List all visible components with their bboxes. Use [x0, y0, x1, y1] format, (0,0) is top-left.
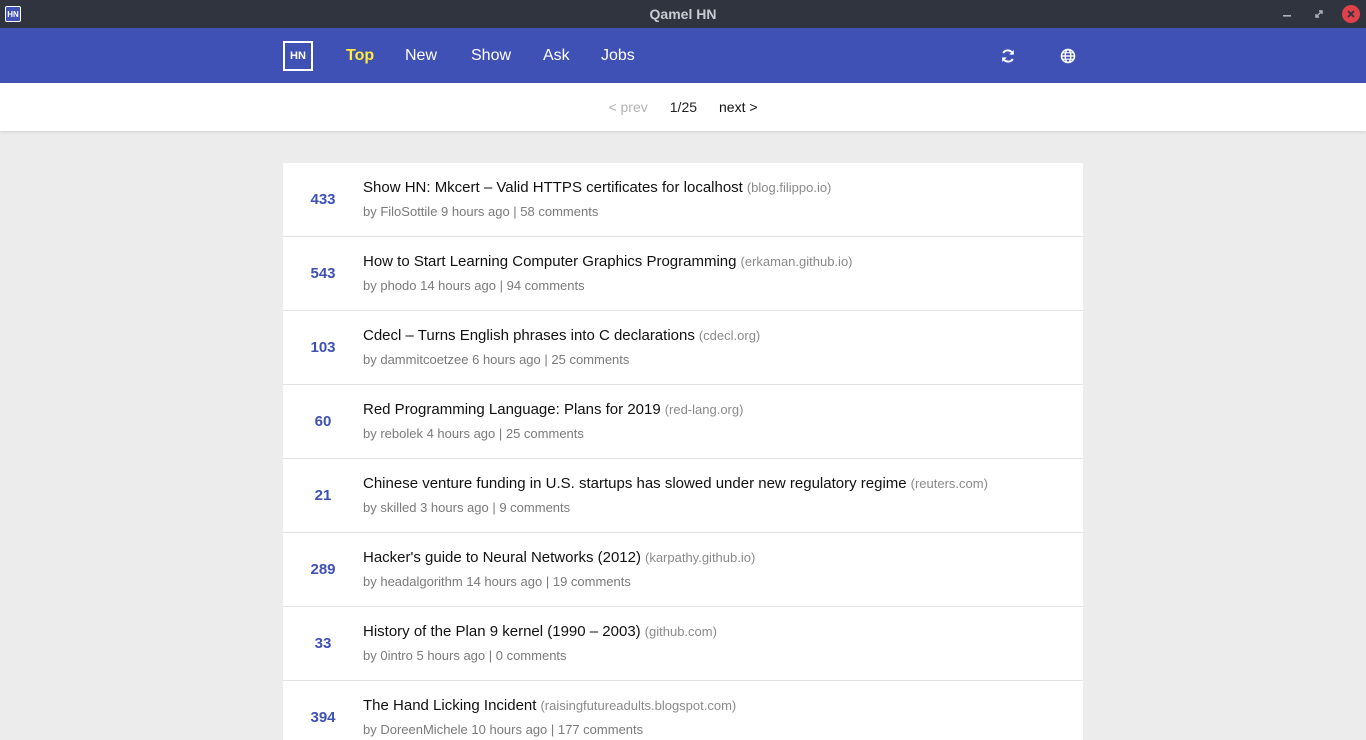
story-score: 60: [314, 413, 332, 430]
story-score: 103: [310, 339, 336, 356]
story-meta[interactable]: by rebolek 4 hours ago | 25 comments: [363, 426, 584, 441]
story-item: 543 How to Start Learning Computer Graph…: [283, 237, 1083, 311]
story-item: 394 The Hand Licking Incident (raisingfut…: [283, 681, 1083, 740]
story-meta[interactable]: by headalgorithm 14 hours ago | 19 comme…: [363, 574, 631, 589]
globe-icon[interactable]: [1058, 46, 1078, 66]
story-score: 543: [310, 265, 336, 282]
story-meta[interactable]: by 0intro 5 hours ago | 0 comments: [363, 648, 567, 663]
story-list: 433 Show HN: Mkcert – Valid HTTPS certif…: [283, 163, 1083, 740]
tab-new[interactable]: New: [405, 28, 437, 83]
story-item: 33 History of the Plan 9 kernel (1990 – …: [283, 607, 1083, 681]
story-domain: (erkaman.github.io): [740, 254, 853, 269]
pagination-bar: < prev 1/25 next >: [0, 83, 1366, 131]
tab-top[interactable]: Top: [346, 28, 374, 83]
story-title-link[interactable]: The Hand Licking Incident: [363, 697, 536, 714]
hn-logo[interactable]: HN: [283, 41, 313, 71]
story-domain: (red-lang.org): [664, 402, 744, 417]
story-title-link[interactable]: Red Programming Language: Plans for 2019: [363, 401, 661, 418]
story-item: 60 Red Programming Language: Plans for 2…: [283, 385, 1083, 459]
page-indicator: 1/25: [669, 99, 698, 115]
window-controls: [1278, 5, 1360, 23]
story-title-link[interactable]: History of the Plan 9 kernel (1990 – 200…: [363, 623, 641, 640]
story-score: 33: [314, 635, 332, 652]
story-score: 289: [310, 561, 336, 578]
story-title-link[interactable]: Chinese venture funding in U.S. startups…: [363, 475, 907, 492]
story-item: 433 Show HN: Mkcert – Valid HTTPS certif…: [283, 163, 1083, 237]
story-meta[interactable]: by phodo 14 hours ago | 94 comments: [363, 278, 585, 293]
story-domain: (blog.filippo.io): [746, 180, 832, 195]
tab-ask[interactable]: Ask: [543, 28, 570, 83]
tab-jobs[interactable]: Jobs: [601, 28, 635, 83]
story-meta[interactable]: by dammitcoetzee 6 hours ago | 25 commen…: [363, 352, 629, 367]
story-domain: (github.com): [644, 624, 717, 639]
next-page-link[interactable]: next >: [719, 99, 758, 115]
app-icon: HN: [5, 6, 21, 22]
story-item: 289 Hacker's guide to Neural Networks (2…: [283, 533, 1083, 607]
story-domain: (reuters.com): [910, 476, 988, 491]
prev-page-link[interactable]: < prev: [608, 99, 647, 115]
story-score: 21: [314, 487, 332, 504]
story-meta[interactable]: by DoreenMichele 10 hours ago | 177 comm…: [363, 722, 643, 737]
story-title-link[interactable]: How to Start Learning Computer Graphics …: [363, 253, 737, 270]
story-domain: (cdecl.org): [698, 328, 761, 343]
app-toolbar: HN Top New Show Ask Jobs: [0, 28, 1366, 83]
window-titlebar: HN Qamel HN: [0, 0, 1366, 28]
story-score: 433: [310, 191, 336, 208]
minimize-icon[interactable]: [1278, 5, 1296, 23]
story-domain: (karpathy.github.io): [644, 550, 756, 565]
tab-show[interactable]: Show: [471, 28, 511, 83]
story-title-link[interactable]: Hacker's guide to Neural Networks (2012): [363, 549, 641, 566]
story-item: 103 Cdecl – Turns English phrases into C…: [283, 311, 1083, 385]
window-title: Qamel HN: [649, 6, 717, 22]
story-title-link[interactable]: Cdecl – Turns English phrases into C dec…: [363, 327, 695, 344]
refresh-icon[interactable]: [998, 46, 1018, 66]
story-domain: (raisingfutureadults.blogspot.com): [540, 698, 737, 713]
story-meta[interactable]: by FiloSottile 9 hours ago | 58 comments: [363, 204, 598, 219]
story-item: 21 Chinese venture funding in U.S. start…: [283, 459, 1083, 533]
restore-icon[interactable]: [1310, 5, 1328, 23]
close-icon[interactable]: [1342, 5, 1360, 23]
story-meta[interactable]: by skilled 3 hours ago | 9 comments: [363, 500, 570, 515]
story-score: 394: [310, 709, 336, 726]
story-title-link[interactable]: Show HN: Mkcert – Valid HTTPS certificat…: [363, 179, 743, 196]
